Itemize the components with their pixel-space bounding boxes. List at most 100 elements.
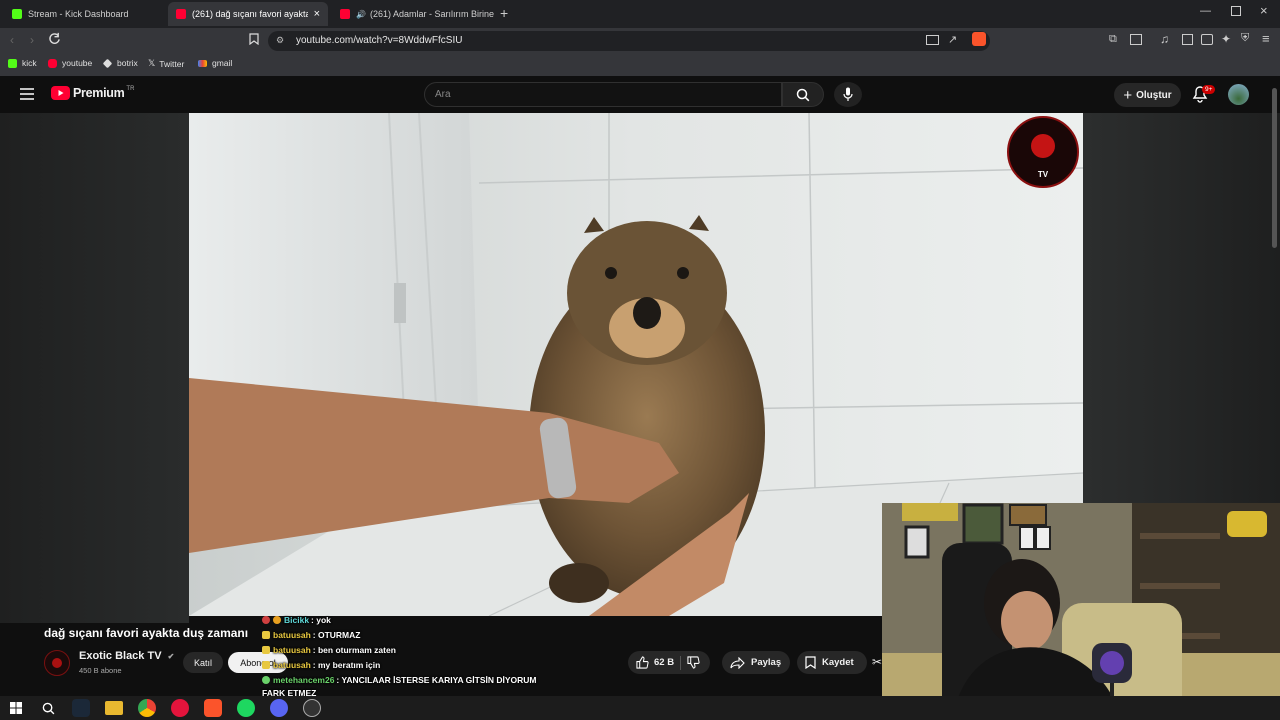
webcam-overlay (882, 503, 1280, 720)
chat-badge-icon (262, 616, 270, 624)
media-player-icon[interactable] (171, 699, 189, 717)
tab-label: (261) dağ sıçanı favori ayakta du (192, 9, 308, 19)
extensions-icon[interactable]: ⧉ (1109, 33, 1117, 46)
share-icon[interactable]: ↗ (948, 33, 957, 46)
chat-username: Bicikk (284, 615, 310, 625)
brave-shield-icon[interactable] (972, 32, 986, 46)
search-icon (796, 88, 810, 102)
channel-name[interactable]: Exotic Black TV ✔ (79, 650, 174, 662)
spotify-icon[interactable] (237, 699, 255, 717)
divider (680, 655, 682, 670)
bookmark-label: kick (22, 58, 37, 68)
thumbs-down-icon[interactable] (687, 656, 700, 669)
chat-text: : yok (311, 615, 331, 625)
search-placeholder: Ara (435, 89, 451, 100)
tab-kick-dashboard[interactable]: Stream - Kick Dashboard (4, 2, 166, 26)
chat-badge-icon (262, 661, 270, 669)
share-arrow-icon (730, 656, 745, 669)
reader-icon[interactable] (1182, 34, 1193, 45)
share-label: Paylaş (751, 657, 782, 668)
new-tab-icon[interactable]: + (500, 5, 508, 21)
chat-badge-icon (262, 631, 270, 639)
minimize-icon[interactable]: — (1200, 5, 1211, 17)
chat-badge-icon (273, 616, 281, 624)
tab-youtube-music[interactable]: 🔊 (261) Adamlar - Sarılırım Birine - (332, 2, 494, 26)
site-info-icon[interactable]: ⚙ (276, 35, 284, 46)
close-window-icon[interactable]: × (1260, 3, 1268, 18)
reload-icon[interactable] (48, 32, 61, 45)
bookmark-botrix[interactable]: botrix (102, 58, 138, 68)
account-avatar[interactable] (1228, 84, 1249, 105)
menu-icon[interactable]: ≡ (1262, 31, 1270, 46)
tab-youtube-video[interactable]: (261) dağ sıçanı favori ayakta du × (168, 2, 328, 26)
bookmark-label: gmail (212, 58, 233, 68)
bookmark-youtube[interactable]: youtube (48, 58, 92, 68)
hamburger-menu-icon[interactable] (20, 88, 34, 100)
like-dislike-group: 62 B (628, 651, 710, 674)
restore-icon[interactable] (1231, 6, 1241, 16)
chat-text: : OTURMAZ (312, 630, 361, 640)
brave-browser-icon[interactable] (204, 699, 222, 717)
chat-badge-icon (262, 676, 270, 684)
channel-watermark[interactable]: TV (1007, 116, 1079, 188)
channel-avatar[interactable] (44, 650, 70, 676)
watermark-label: TV (1037, 170, 1049, 179)
tab-label: Stream - Kick Dashboard (28, 9, 129, 19)
video-title: dağ sıçanı favori ayakta duş zamanı (44, 626, 249, 640)
steam-icon[interactable] (72, 699, 90, 717)
verified-check-icon: ✔ (167, 652, 175, 661)
microphone-icon (843, 87, 853, 101)
bookmark-label: botrix (117, 58, 138, 68)
page-scrollbar[interactable] (1272, 88, 1277, 248)
youtube-play-icon (51, 86, 70, 100)
back-icon[interactable]: ‹ (10, 33, 14, 47)
music-icon[interactable]: ♫ (1160, 32, 1169, 46)
search-button[interactable] (782, 82, 824, 107)
kick-icon (12, 9, 22, 19)
leo-ai-icon[interactable]: ✦ (1221, 32, 1231, 46)
file-explorer-icon[interactable] (105, 701, 123, 715)
bookmark-label: youtube (62, 58, 93, 68)
windows-taskbar (0, 696, 1280, 720)
chat-message: batuusah : ben oturmam zaten (262, 645, 396, 655)
youtube-logo[interactable]: Premium TR (51, 86, 134, 100)
chat-username: batuusah (273, 630, 311, 640)
windows-start-icon[interactable] (7, 699, 25, 717)
url-text[interactable]: youtube.com/watch?v=8WddwFfcSIU (296, 35, 462, 46)
chrome-icon[interactable] (138, 699, 156, 717)
plus-icon: + (1123, 86, 1133, 104)
x-icon: 𝕏 (148, 58, 156, 68)
chat-badge-icon (262, 646, 270, 654)
bookmark-twitter[interactable]: 𝕏 Twitter (148, 58, 184, 69)
voice-search-button[interactable] (834, 82, 862, 107)
discord-icon[interactable] (270, 699, 288, 717)
search-input[interactable]: Ara (424, 82, 782, 107)
cast-icon[interactable] (926, 35, 939, 45)
share-button[interactable]: Paylaş (722, 651, 790, 674)
youtube-icon (340, 9, 350, 19)
close-tab-icon[interactable]: × (314, 8, 320, 20)
webcam-feed (882, 503, 1280, 720)
forward-icon[interactable]: › (30, 33, 34, 47)
vpn-icon[interactable]: ⛨ (1241, 32, 1249, 45)
wallet-icon[interactable] (1201, 34, 1213, 45)
chat-message: Bicikk : yok (262, 615, 331, 625)
bookmark-page-icon[interactable] (249, 33, 259, 45)
clip-icon[interactable]: ✂ (872, 655, 882, 669)
taskbar-search-icon[interactable] (39, 699, 57, 717)
chat-username: batuusah (273, 660, 311, 670)
chat-message: batuusah : OTURMAZ (262, 630, 360, 640)
obs-icon[interactable] (303, 699, 321, 717)
sidebar-icon[interactable] (1130, 34, 1142, 45)
youtube-icon (176, 9, 186, 19)
save-bookmark-icon (805, 656, 816, 669)
create-button[interactable]: + Oluştur (1114, 83, 1181, 107)
like-button[interactable]: 62 B (636, 656, 674, 669)
bookmark-kick[interactable]: kick (8, 58, 37, 68)
save-button[interactable]: Kaydet (797, 651, 867, 674)
ambient-backdrop-left (0, 113, 189, 623)
join-button[interactable]: Katıl (183, 652, 223, 673)
bookmark-gmail[interactable]: gmail (198, 58, 232, 68)
save-label: Kaydet (822, 657, 854, 668)
chat-username: batuusah (273, 645, 311, 655)
